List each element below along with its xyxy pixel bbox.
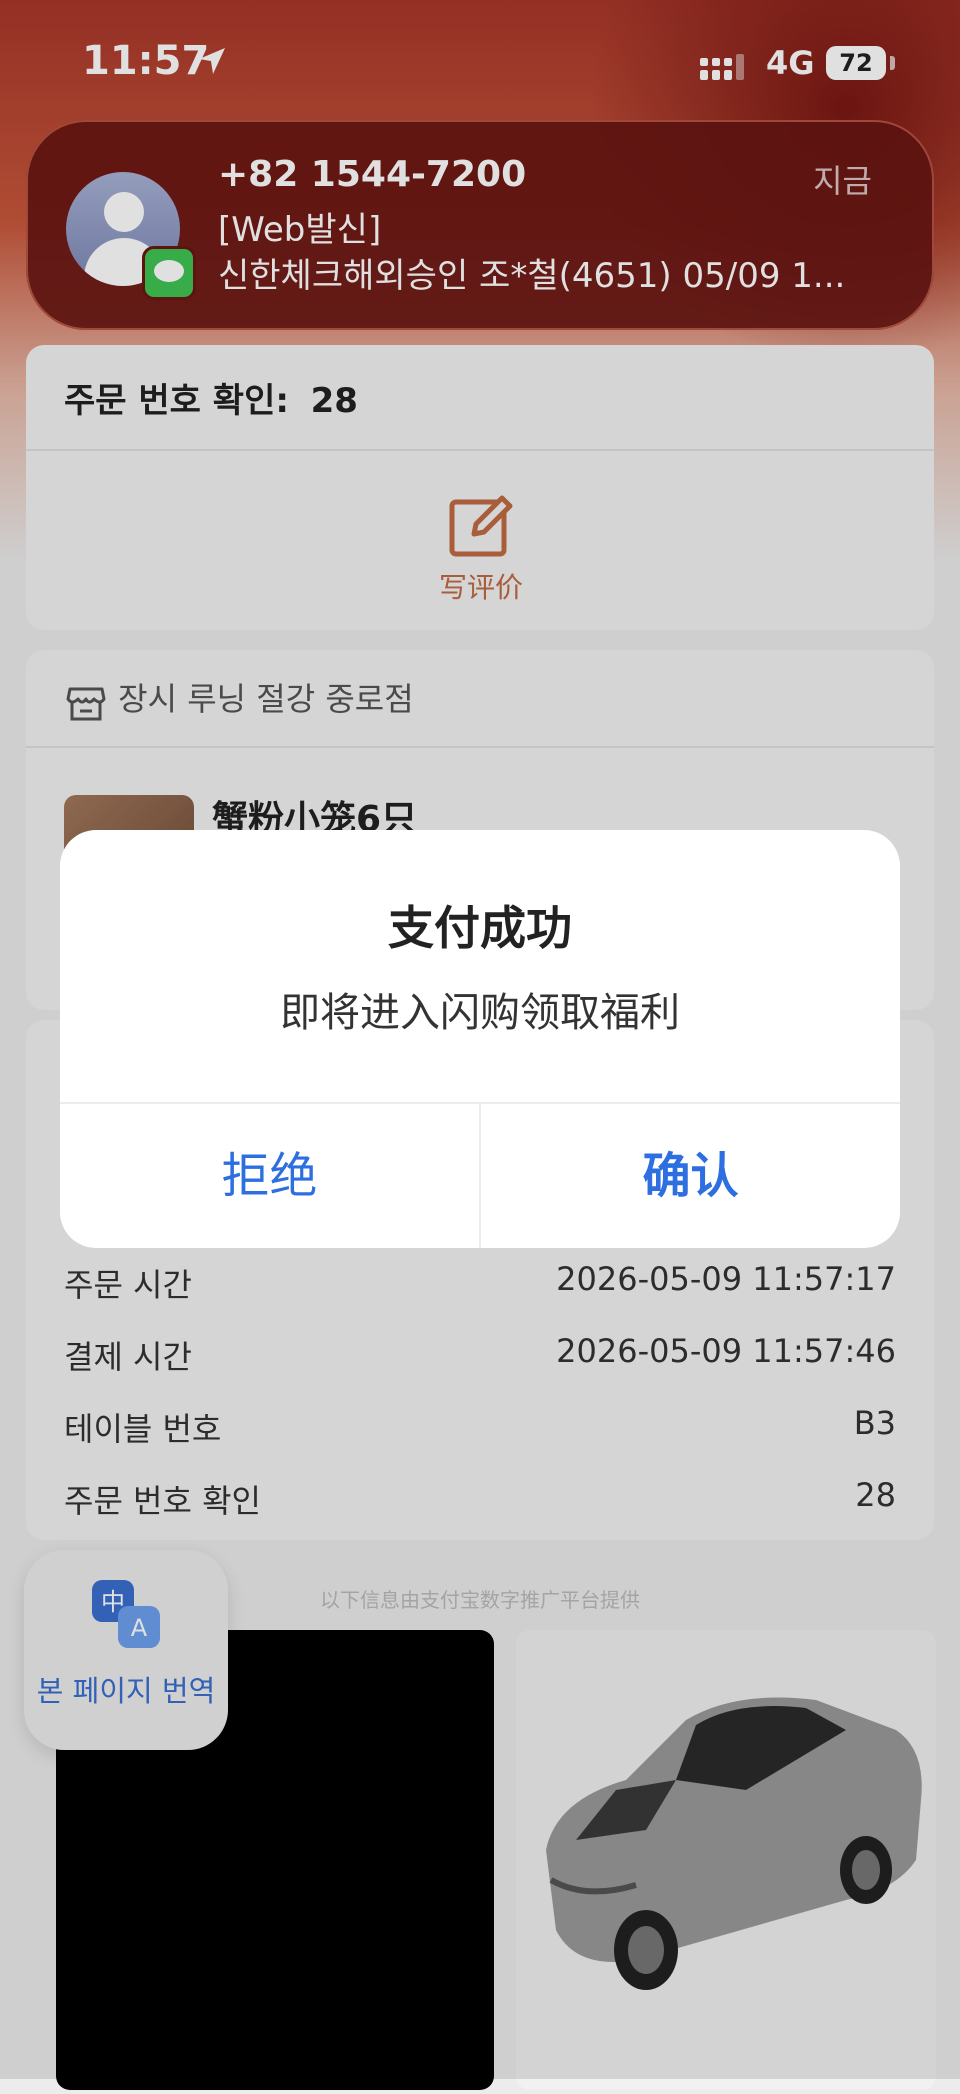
reject-button[interactable]: 拒绝 (60, 1104, 479, 1248)
dialog-message: 即将进入闪购领取福利 (280, 990, 680, 1036)
dialog-title: 支付成功 (388, 901, 572, 955)
confirm-button[interactable]: 确认 (481, 1104, 900, 1248)
payment-success-dialog: 支付成功 即将进入闪购领取福利 拒绝 确认 (60, 830, 900, 1248)
